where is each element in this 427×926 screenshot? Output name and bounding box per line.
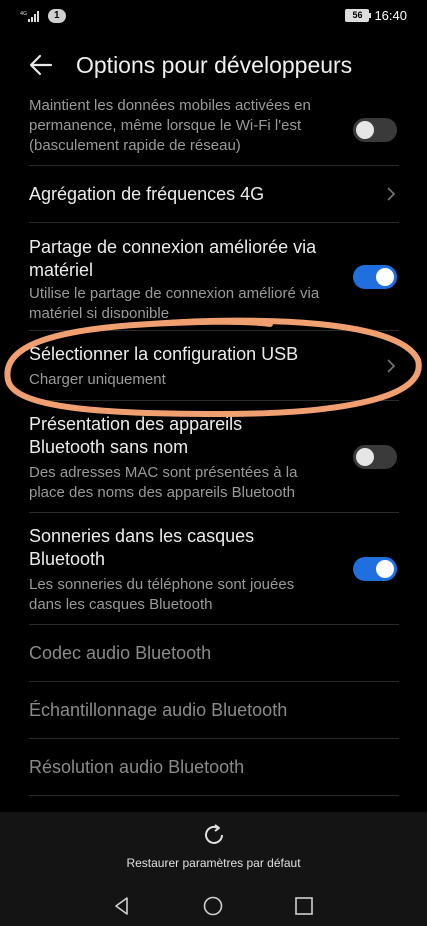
reset-label: Restaurer paramètres par défaut bbox=[126, 856, 301, 870]
setting-title: Agrégation de fréquences 4G bbox=[29, 184, 265, 204]
toggle-knob bbox=[376, 267, 394, 286]
setting-title: Échantillonnage audio Bluetooth bbox=[29, 700, 288, 720]
page-title: Options pour développeurs bbox=[76, 52, 353, 78]
setting-title: Codec audio Bluetooth bbox=[29, 643, 212, 663]
setting-description: Des adresses MAC sont présentées à la pl… bbox=[29, 464, 298, 501]
notification-badge: 1 bbox=[48, 9, 66, 23]
setting-title: Sélectionner la configuration USB bbox=[29, 344, 299, 364]
setting-usb-configuration[interactable]: Sélectionner la configuration USB Charge… bbox=[29, 331, 399, 401]
setting-title: Sonneries dans les casques Bluetooth bbox=[29, 526, 255, 569]
nav-recents-icon[interactable] bbox=[292, 894, 316, 918]
bluetooth-unnamed-toggle[interactable] bbox=[353, 444, 397, 469]
mobile-data-toggle[interactable] bbox=[353, 117, 397, 142]
status-left: 4G 1 bbox=[20, 9, 66, 23]
setting-title: Partage de connexion améliorée via matér… bbox=[29, 237, 317, 280]
back-arrow-icon[interactable] bbox=[26, 50, 56, 80]
reset-defaults-button[interactable]: Restaurer paramètres par défaut bbox=[0, 822, 427, 882]
toggle-knob bbox=[356, 120, 374, 139]
setting-bluetooth-ringtones[interactable]: Sonneries dans les casques Bluetooth Les… bbox=[29, 513, 399, 625]
setting-title: Résolution audio Bluetooth bbox=[29, 757, 245, 777]
setting-description: Les sonneries du téléphone sont jouées d… bbox=[29, 576, 295, 613]
setting-title: Présentation des appareils Bluetooth san… bbox=[29, 414, 243, 457]
signal-icon: 4G bbox=[20, 11, 39, 22]
bluetooth-ringtones-toggle[interactable] bbox=[353, 556, 397, 581]
settings-list: Maintient les données mobiles activées e… bbox=[0, 94, 427, 796]
setting-description: Maintient les données mobiles activées e… bbox=[29, 97, 311, 154]
svg-text:4G: 4G bbox=[20, 11, 27, 17]
status-time: 16:40 bbox=[374, 8, 407, 23]
setting-4g-carrier-aggregation[interactable]: Agrégation de fréquences 4G bbox=[29, 166, 399, 223]
setting-description: Utilise le partage de connexion amélioré… bbox=[29, 285, 320, 318]
status-bar: 4G 1 56 16:40 bbox=[0, 0, 427, 32]
reset-icon bbox=[204, 824, 223, 844]
app-header: Options pour développeurs bbox=[0, 38, 427, 94]
status-right: 56 16:40 bbox=[345, 8, 407, 23]
chevron-right-icon bbox=[387, 187, 396, 201]
setting-mobile-data-always-on[interactable]: Maintient les données mobiles activées e… bbox=[29, 94, 399, 166]
setting-description: Charger uniquement bbox=[29, 371, 166, 388]
battery-icon: 56 bbox=[345, 9, 372, 22]
chevron-right-icon bbox=[387, 358, 396, 373]
hardware-tethering-toggle[interactable] bbox=[353, 264, 397, 289]
setting-bluetooth-codec: Codec audio Bluetooth bbox=[29, 625, 399, 682]
setting-bluetooth-unnamed-devices[interactable]: Présentation des appareils Bluetooth san… bbox=[29, 401, 399, 513]
nav-home-icon[interactable] bbox=[201, 894, 225, 918]
setting-bluetooth-sample-rate: Échantillonnage audio Bluetooth bbox=[29, 682, 399, 739]
setting-hardware-tethering[interactable]: Partage de connexion améliorée via matér… bbox=[29, 223, 399, 331]
bottom-panel: Restaurer paramètres par défaut bbox=[0, 812, 427, 926]
toggle-knob bbox=[356, 447, 374, 466]
setting-bluetooth-bit-depth: Résolution audio Bluetooth bbox=[29, 739, 399, 796]
toggle-knob bbox=[376, 559, 394, 578]
nav-back-icon[interactable] bbox=[110, 894, 134, 918]
navigation-bar bbox=[0, 886, 427, 926]
